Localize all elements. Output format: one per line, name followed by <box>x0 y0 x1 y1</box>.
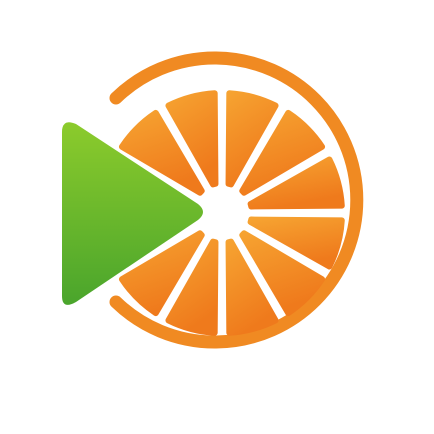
orange-slice-play-icon <box>62 51 364 349</box>
app-icon-canvas <box>0 0 434 434</box>
